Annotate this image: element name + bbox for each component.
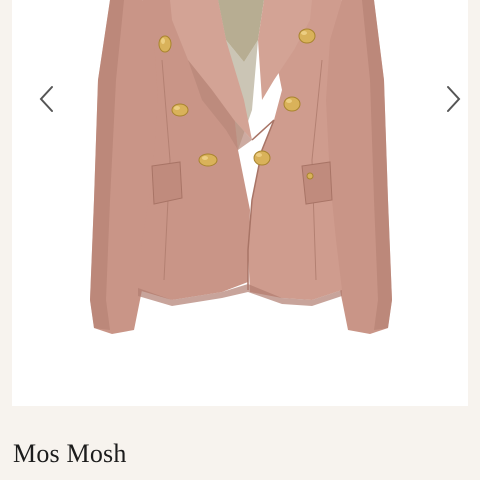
chevron-right-icon: [447, 86, 461, 112]
chevron-left-icon: [39, 86, 53, 112]
carousel-next-button[interactable]: [438, 82, 468, 116]
product-page: Mos Mosh: [0, 0, 480, 480]
product-brand-name[interactable]: Mos Mosh: [13, 437, 127, 471]
carousel-prev-button[interactable]: [32, 82, 62, 116]
product-image-carousel[interactable]: [12, 0, 468, 406]
product-image[interactable]: [12, 0, 468, 406]
